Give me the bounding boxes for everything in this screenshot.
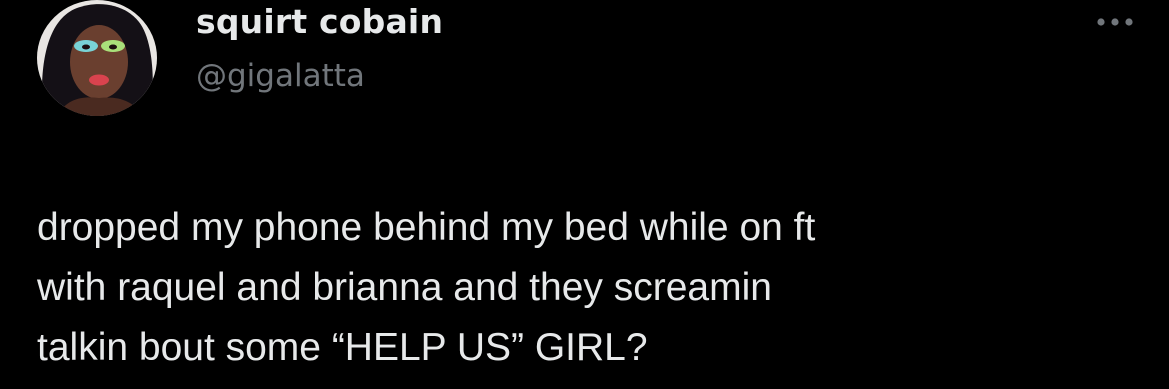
user-info: squirt cobain @gigalatta [196, 0, 443, 96]
avatar-image [37, 0, 157, 116]
tweet-text-line: dropped my phone behind my bed while on … [37, 206, 816, 249]
tweet: squirt cobain @gigalatta dropped my phon… [0, 0, 1169, 389]
avatar[interactable] [37, 0, 157, 116]
user-handle[interactable]: @gigalatta [196, 56, 443, 96]
display-name[interactable]: squirt cobain [196, 0, 443, 44]
tweet-text-line: with raquel and brianna and they screami… [37, 266, 772, 309]
tweet-text: dropped my phone behind my bed while on … [37, 198, 1137, 378]
more-horizontal-icon [1097, 18, 1133, 26]
tweet-text-line: talkin bout some “HELP US” GIRL? [37, 326, 648, 369]
more-options-button[interactable] [1095, 2, 1135, 42]
